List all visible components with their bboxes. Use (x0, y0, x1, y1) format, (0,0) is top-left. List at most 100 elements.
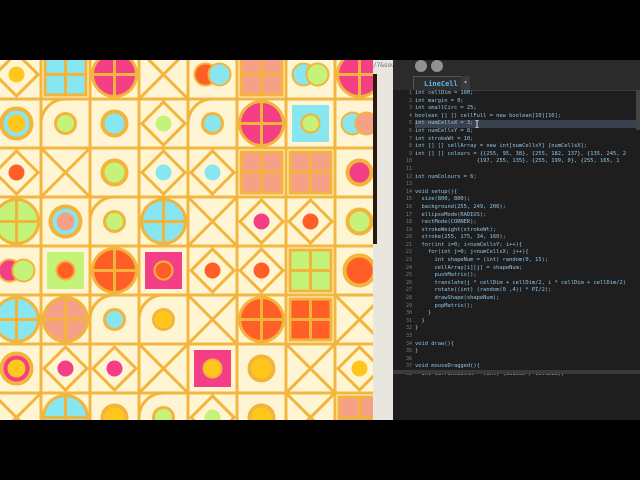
line-number: 30 (405, 310, 412, 317)
code-line: } (415, 317, 425, 324)
stop-button[interactable] (431, 60, 443, 72)
line-number: 20 (405, 234, 412, 241)
code-line: rotate((int) (random(0 ,4)) * PI/2); (415, 287, 552, 294)
small-circle (55, 260, 76, 281)
code-line: for(int j=0; j<numCellsX; j++){ (415, 249, 529, 256)
code-line: int margin = 0; (415, 97, 464, 104)
code-line: int numCellsY = 8; (415, 127, 474, 134)
code-line: popMatrix(); (415, 302, 474, 309)
line-number: 11 (405, 165, 412, 172)
small-circle (300, 113, 321, 134)
small-circle (201, 112, 224, 135)
small-circle (202, 358, 223, 379)
line-number: 22 (405, 249, 412, 256)
code-line: stroke(255, 175, 34, 160); (415, 234, 506, 241)
line-number: 17 (405, 211, 412, 218)
line-number: 13 (405, 181, 412, 188)
code-line: } (415, 348, 419, 355)
diagonal-line (305, 391, 337, 420)
small-circle (153, 260, 174, 281)
medium-circle (247, 403, 276, 420)
background-window-path: /7&sou (373, 62, 395, 69)
editor-toolbar (393, 60, 640, 74)
tab-bar: LineCell ▾ (393, 74, 640, 91)
code-line: int shapeNum = (int) random(0, 15); (415, 257, 549, 264)
code-editor-window: LineCell ▾ 1 2 3 4 5 6 7 8 9 10 11 12 13 14 15 16 17 18 19… (393, 60, 640, 420)
tab-menu-chevron-down-icon[interactable]: ▾ (461, 76, 470, 90)
code-line: size(800, 800); (415, 196, 471, 203)
generative-pattern (0, 60, 373, 420)
line-number: 8 (408, 143, 412, 150)
medium-circle (100, 158, 129, 187)
line-number: 34 (405, 340, 412, 347)
small-circle (152, 406, 175, 420)
line-number: 26 (405, 279, 412, 286)
inner-circle (7, 359, 26, 378)
code-line: int cellDim = 100; (415, 90, 474, 96)
code-line: int numColours = 6; (415, 173, 477, 180)
small-circle (54, 112, 77, 135)
code-line: translate(j * cellDim + cellDim/2, i * c… (415, 279, 626, 286)
code-line: {197, 255, 135}, {255, 199, 0}, {255, 16… (415, 158, 620, 165)
inner-circle (7, 114, 26, 133)
medium-circle (100, 403, 129, 420)
code-line: int smallCirc = 25; (415, 105, 477, 112)
line-number: 9 (408, 150, 412, 157)
line-number: 19 (405, 226, 412, 233)
code-line: strokeWeight(strokeWt); (415, 226, 497, 233)
small-circle (152, 308, 175, 331)
editor-console-divider[interactable] (393, 370, 640, 374)
line-number: 2 (408, 97, 412, 104)
code-line: drawShape(shapeNum); (415, 295, 500, 302)
line-number: 1 (408, 90, 412, 96)
code-line: int [] [] colours = {{255, 95, 38}, {255… (415, 150, 626, 157)
small-circle (106, 360, 123, 377)
medium-circle (247, 354, 276, 383)
line-number: 21 (405, 241, 412, 248)
small-circle (103, 210, 126, 233)
line-number: 31 (405, 317, 412, 324)
small-circle (351, 360, 368, 377)
line-number: 24 (405, 264, 412, 271)
line-number: 16 (405, 203, 412, 210)
line-number: 5 (408, 120, 412, 127)
line-number: 6 (408, 127, 412, 134)
large-circle (336, 60, 373, 98)
line-number: 27 (405, 287, 412, 294)
inner-circle (350, 261, 369, 280)
code-line: void setup(){ (415, 188, 458, 195)
run-button[interactable] (415, 60, 427, 72)
pair-circle (354, 111, 373, 136)
medium-circle (345, 158, 373, 187)
code-line: } (415, 310, 432, 317)
line-number: 36 (405, 355, 412, 362)
pair-circle (207, 62, 232, 87)
line-number: 23 (405, 257, 412, 264)
small-circle (204, 262, 221, 279)
line-number: 12 (405, 173, 412, 180)
small-circle (204, 409, 221, 420)
editor-scrollbar[interactable] (636, 90, 640, 130)
text-cursor-icon (475, 120, 479, 128)
code-line: pushMatrix(); (415, 272, 477, 279)
code-line: background(255, 249, 206); (415, 203, 506, 210)
line-number: 7 (408, 135, 412, 142)
code-line: void draw(){ (415, 340, 454, 347)
sketch-canvas[interactable] (0, 60, 373, 420)
line-number: 28 (405, 295, 412, 302)
code-line: cellArray[i][j] = shapeNum; (415, 264, 523, 271)
line-number: 18 (405, 219, 412, 226)
line-number: 4 (408, 112, 412, 119)
code-line: for(int i=0; i<numCellsY; i++){ (415, 241, 523, 248)
background-window-edge (373, 74, 377, 244)
small-circle (57, 360, 74, 377)
small-circle (204, 164, 221, 181)
medium-circle (345, 207, 373, 236)
screen: /7&sou LineCell ▾ 1 2 3 4 5 6 7 8 9 10 11 12 13 14 15 1… (0, 0, 640, 480)
line-number: 35 (405, 348, 412, 355)
line-number: 32 (405, 325, 412, 332)
line-number: 15 (405, 196, 412, 203)
medium-circle (100, 109, 129, 138)
